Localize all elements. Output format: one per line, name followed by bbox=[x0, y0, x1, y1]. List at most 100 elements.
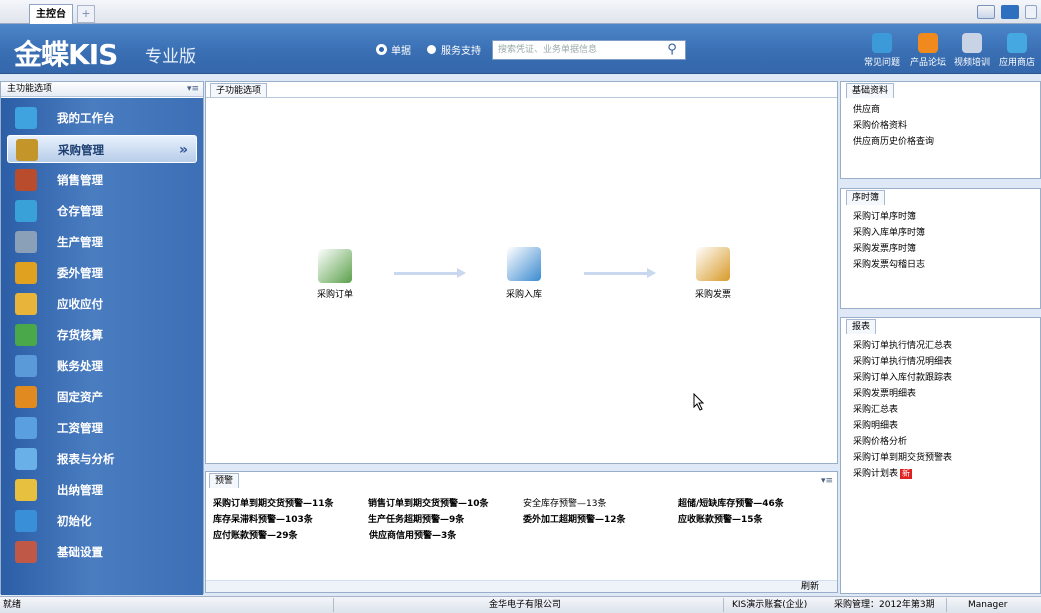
link-purchase-plan[interactable]: 采购计划表新 bbox=[853, 466, 952, 482]
sales-icon bbox=[15, 169, 37, 191]
message-icon[interactable] bbox=[1001, 5, 1019, 19]
warning-row: 库存呆滞料预警—103条 生产任务超期预警—9条 委外加工超期预警—12条 应收… bbox=[213, 512, 833, 528]
link-price-history[interactable]: 供应商历史价格查询 bbox=[853, 134, 934, 150]
refresh-link[interactable]: 刷新 bbox=[801, 582, 819, 592]
search-icon[interactable]: ⚲ bbox=[663, 42, 681, 58]
warehouse-icon bbox=[15, 200, 37, 222]
nav-payroll[interactable]: 工资管理 bbox=[7, 414, 197, 442]
warning-item[interactable]: 超储/短缺库存预警—46条 bbox=[678, 496, 833, 512]
faq-icon bbox=[872, 33, 892, 53]
flow-purchase-order[interactable]: 采购订单 bbox=[295, 287, 375, 300]
new-badge: 新 bbox=[900, 469, 913, 479]
link-invoice-journal[interactable]: 采购发票序时簿 bbox=[853, 241, 925, 257]
link-report[interactable]: 采购发票明细表 bbox=[853, 386, 952, 402]
add-tab-button[interactable]: + bbox=[77, 5, 95, 23]
warning-item[interactable]: 库存呆滞料预警—103条 bbox=[213, 512, 368, 528]
nav-basic-settings[interactable]: 基础设置 bbox=[7, 538, 197, 566]
nav-warehouse[interactable]: 仓存管理 bbox=[7, 197, 197, 225]
main-panel-tab: 子功能选项 bbox=[210, 83, 268, 98]
link-report[interactable]: 采购订单执行情况汇总表 bbox=[853, 338, 952, 354]
outsourcing-icon bbox=[15, 262, 37, 284]
production-icon bbox=[15, 231, 37, 253]
radio-bill[interactable]: 单据 bbox=[377, 42, 411, 57]
warning-item[interactable]: 委外加工超期预警—12条 bbox=[523, 512, 678, 528]
cashier-icon bbox=[15, 479, 37, 501]
journal-list: 采购订单序时簿 采购入库单序时簿 采购发票序时簿 采购发票勾稽日志 bbox=[853, 209, 925, 273]
tab-main-console[interactable]: 主控台 bbox=[29, 4, 73, 24]
users-icon[interactable] bbox=[977, 5, 995, 19]
panel-menu-icon[interactable]: ▾≡ bbox=[187, 82, 199, 97]
product-edition: 专业版 bbox=[145, 47, 196, 67]
link-report[interactable]: 采购订单执行情况明细表 bbox=[853, 354, 952, 370]
nav-my-workbench[interactable]: 我的工作台 bbox=[7, 104, 197, 132]
status-company: 金华电子有限公司 bbox=[489, 600, 562, 610]
link-report[interactable]: 采购订单入库付款跟踪表 bbox=[853, 370, 952, 386]
basic-data-panel: 基础资料 供应商 采购价格资料 供应商历史价格查询 bbox=[840, 81, 1041, 179]
mouse-cursor-icon bbox=[693, 393, 705, 411]
search-input[interactable]: 搜索凭证、业务单据信息 ⚲ bbox=[492, 40, 686, 60]
link-report[interactable]: 采购价格分析 bbox=[853, 434, 952, 450]
nav-cashier[interactable]: 出纳管理 bbox=[7, 476, 197, 504]
warning-item[interactable]: 应付账款预警—29条 bbox=[213, 528, 369, 544]
nav-production[interactable]: 生产管理 bbox=[7, 228, 197, 256]
reports-panel: 报表 采购订单执行情况汇总表 采购订单执行情况明细表 采购订单入库付款跟踪表 采… bbox=[840, 317, 1041, 594]
store-icon bbox=[1007, 33, 1027, 53]
nav-purchase[interactable]: 采购管理» bbox=[7, 135, 197, 163]
tab-bar: 主控台 + bbox=[0, 0, 1041, 24]
settings-icon bbox=[15, 541, 37, 563]
refresh-bar: 刷新 bbox=[206, 580, 837, 592]
link-supplier[interactable]: 供应商 bbox=[853, 102, 934, 118]
flow-purchase-receipt[interactable]: 采购入库 bbox=[484, 287, 564, 300]
forum-button[interactable]: 产品论坛 bbox=[906, 33, 950, 68]
forum-icon bbox=[918, 33, 938, 53]
flow-purchase-invoice[interactable]: 采购发票 bbox=[673, 287, 753, 300]
warning-item[interactable]: 生产任务超期预警—9条 bbox=[368, 512, 523, 528]
app-store-button[interactable]: 应用商店 bbox=[995, 33, 1039, 68]
purchase-order-icon[interactable] bbox=[318, 249, 352, 283]
video-button[interactable]: 视频培训 bbox=[950, 33, 994, 68]
initialize-icon bbox=[15, 510, 37, 532]
main-nav: 我的工作台 采购管理» 销售管理 仓存管理 生产管理 委外管理 应收应付 存货核… bbox=[1, 98, 203, 595]
link-report[interactable]: 采购订单到期交货预警表 bbox=[853, 450, 952, 466]
nav-initialize[interactable]: 初始化 bbox=[7, 507, 197, 535]
warning-row: 应付账款预警—29条 供应商信用预警—3条 bbox=[213, 528, 833, 544]
warning-panel-tab: 预警 bbox=[209, 473, 240, 488]
nav-fixed-assets[interactable]: 固定资产 bbox=[7, 383, 197, 411]
sidebar-header: 主功能选项 ▾≡ bbox=[1, 82, 203, 97]
link-report[interactable]: 采购明细表 bbox=[853, 418, 952, 434]
faq-button[interactable]: 常见问题 bbox=[860, 33, 904, 68]
link-invoice-log[interactable]: 采购发票勾稽日志 bbox=[853, 257, 925, 273]
nav-sales[interactable]: 销售管理 bbox=[7, 166, 197, 194]
nav-outsourcing[interactable]: 委外管理 bbox=[7, 259, 197, 287]
warning-item[interactable]: 供应商信用预警—3条 bbox=[369, 528, 525, 544]
warning-item[interactable]: 应收账款预警—15条 bbox=[678, 512, 833, 528]
link-price-data[interactable]: 采购价格资料 bbox=[853, 118, 934, 134]
nav-receivable-payable[interactable]: 应收应付 bbox=[7, 290, 197, 318]
basic-data-list: 供应商 采购价格资料 供应商历史价格查询 bbox=[853, 102, 934, 150]
link-receipt-journal[interactable]: 采购入库单序时簿 bbox=[853, 225, 925, 241]
purchase-invoice-icon[interactable] bbox=[696, 247, 730, 281]
flow-arrow bbox=[394, 268, 466, 278]
tab-divider bbox=[206, 97, 837, 98]
panel-menu-icon[interactable]: ▾≡ bbox=[821, 476, 833, 486]
purchase-receipt-icon[interactable] bbox=[507, 247, 541, 281]
report-icon bbox=[15, 448, 37, 470]
chevron-down-icon[interactable] bbox=[1025, 5, 1037, 19]
sidebar: 主功能选项 ▾≡ 我的工作台 采购管理» 销售管理 仓存管理 生产管理 委外管理 … bbox=[0, 81, 204, 595]
nav-accounting[interactable]: 账务处理 bbox=[7, 352, 197, 380]
warning-item[interactable]: 采购订单到期交货预警—11条 bbox=[213, 496, 368, 512]
journal-tab: 序时簿 bbox=[846, 190, 886, 205]
radio-support[interactable]: 服务支持 bbox=[427, 42, 481, 57]
flow-arrow bbox=[584, 268, 656, 278]
nav-reports[interactable]: 报表与分析 bbox=[7, 445, 197, 473]
money-icon bbox=[15, 293, 37, 315]
search-placeholder: 搜索凭证、业务单据信息 bbox=[498, 45, 598, 55]
status-user: Manager bbox=[968, 600, 1008, 610]
warning-item[interactable]: 安全库存预警—13条 bbox=[523, 496, 678, 512]
warning-item[interactable]: 销售订单到期交货预警—10条 bbox=[368, 496, 523, 512]
toolbar-icons bbox=[977, 5, 1037, 19]
nav-inventory-accounting[interactable]: 存货核算 bbox=[7, 321, 197, 349]
assets-icon bbox=[15, 386, 37, 408]
link-order-journal[interactable]: 采购订单序时簿 bbox=[853, 209, 925, 225]
link-report[interactable]: 采购汇总表 bbox=[853, 402, 952, 418]
